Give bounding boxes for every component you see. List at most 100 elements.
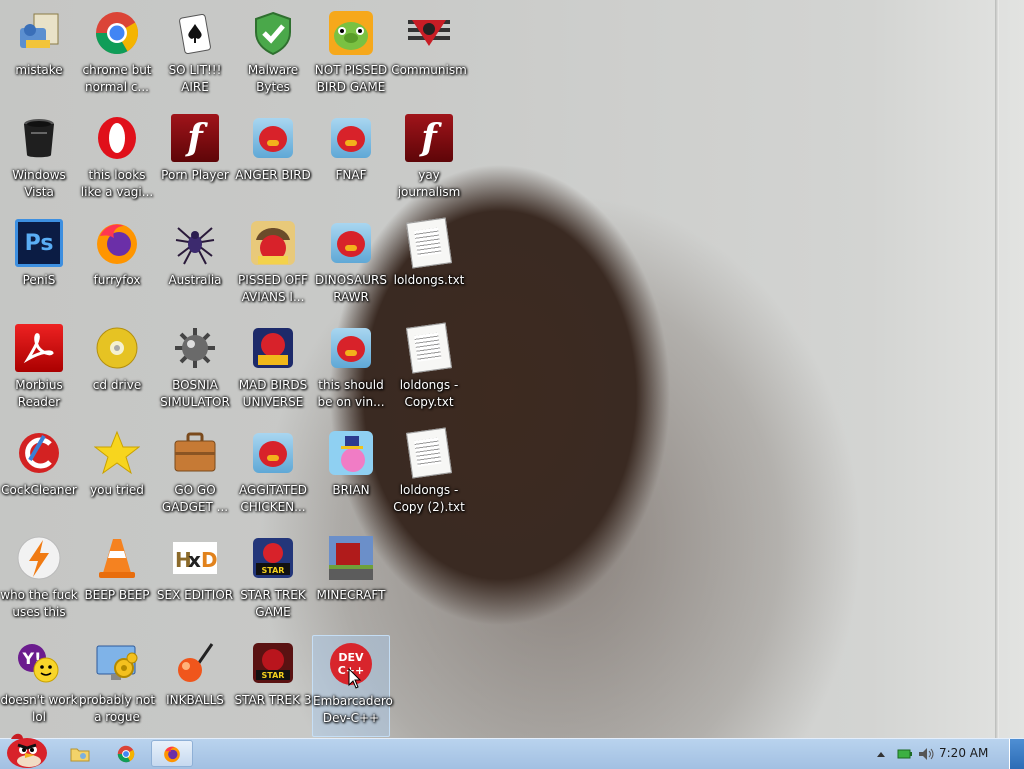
angry-birds-icon — [327, 114, 375, 162]
desktop-icon-this-should-be-on-vin[interactable]: this should be on vin... — [312, 320, 390, 422]
system-tray: 7:20 AM — [854, 739, 1024, 769]
desktop-icon-star-trek-game[interactable]: STAR STAR TREK GAME — [234, 530, 312, 632]
taskbar-chrome-button[interactable] — [106, 740, 146, 767]
firefox-icon — [93, 219, 141, 267]
start-button[interactable] — [2, 731, 50, 769]
text-file-icon — [405, 322, 453, 374]
text-file-icon — [405, 427, 453, 479]
taskbar-firefox-button[interactable] — [151, 740, 193, 767]
desktop-icon-you-tried[interactable]: you tried — [78, 425, 156, 527]
chrome-icon — [93, 9, 141, 57]
svg-text:STAR: STAR — [262, 671, 285, 680]
desktop-icon-inkballs[interactable]: INKBALLS — [156, 635, 234, 737]
desktop-icon-chrome[interactable]: chrome but normal c... — [78, 5, 156, 107]
svg-text:D: D — [201, 548, 218, 572]
desktop-icon-opera[interactable]: this looks like a vagi... — [78, 110, 156, 212]
spider-solitaire-icon — [171, 219, 219, 267]
emblem-icon — [405, 9, 453, 57]
desktop-icon-loldongs[interactable]: loldongs.txt — [390, 215, 468, 317]
svg-text:STAR: STAR — [262, 566, 285, 575]
desktop-icon-brian[interactable]: BRIAN — [312, 425, 390, 527]
photoshop-icon: Ps — [15, 219, 63, 267]
desktop-icon-porn-player[interactable]: f Porn Player — [156, 110, 234, 212]
desktop-icon-winamp[interactable]: who the fuck uses this — [0, 530, 78, 632]
solitaire-icon — [171, 9, 219, 57]
angry-birds-icon — [249, 429, 297, 477]
desktop-icon-go-go-gadget[interactable]: GO GO GADGET ... — [156, 425, 234, 527]
minecraft-icon — [327, 534, 375, 582]
taskbar-explorer-button[interactable] — [60, 740, 100, 767]
angry-birds-icon — [249, 114, 297, 162]
text-file-icon — [405, 217, 453, 269]
desktop-icon-loldongs-copy-2[interactable]: loldongs - Copy (2).txt — [390, 425, 468, 527]
inkball-icon — [171, 639, 219, 687]
shield-icon — [249, 9, 297, 57]
angry-birds-stella-icon — [327, 429, 375, 477]
angry-birds-space-icon — [249, 324, 297, 372]
taskbar: 7:20 AM — [0, 733, 1024, 769]
desktop-icon-cd-drive[interactable]: cd drive — [78, 320, 156, 422]
desktop-icon-communism[interactable]: Communism — [390, 5, 468, 107]
angry-birds-star-wars-icon: STAR — [249, 534, 297, 582]
installer-icon — [15, 9, 63, 57]
clock[interactable]: 7:20 AM — [939, 746, 988, 760]
desktop-icon-beep-beep[interactable]: BEEP BEEP — [78, 530, 156, 632]
pdf-reader-icon — [15, 324, 63, 372]
angry-birds-star-wars-icon: STAR — [249, 639, 297, 687]
ccleaner-icon — [15, 429, 63, 477]
flash-icon: f — [171, 114, 219, 162]
recycle-bin-icon — [15, 114, 63, 162]
desktop-icon-minecraft[interactable]: MINECRAFT — [312, 530, 390, 632]
desktop-icon-firefox[interactable]: furryfox — [78, 215, 156, 317]
desktop: mistake chrome but normal c... SO LIT!!!… — [0, 0, 1024, 738]
svg-text:DEV: DEV — [338, 651, 364, 664]
mine-icon — [171, 324, 219, 372]
desktop-icon-loldongs-copy[interactable]: loldongs - Copy.txt — [390, 320, 468, 422]
show-hidden-icon[interactable] — [876, 750, 886, 758]
chrome-icon — [117, 745, 135, 762]
svg-text:x: x — [188, 548, 201, 572]
angry-bird-start-icon — [7, 733, 47, 768]
bad-piggies-icon — [327, 9, 375, 57]
desktop-icon-spider-solitaire[interactable]: Australia — [156, 215, 234, 317]
show-desktop-button[interactable] — [1009, 739, 1024, 769]
folder-icon — [70, 748, 90, 761]
hxd-icon: HxD — [171, 534, 219, 582]
firefox-icon — [164, 746, 180, 762]
desktop-icon-cockcleaner[interactable]: CockCleaner — [0, 425, 78, 527]
desktop-icon-recycle-bin[interactable]: Windows Vista — [0, 110, 78, 212]
opera-icon — [93, 114, 141, 162]
desktop-icon-morbius-reader[interactable]: Morbius Reader — [0, 320, 78, 422]
desktop-icon-bad-piggies[interactable]: NOT PISSED BIRD GAME — [312, 5, 390, 107]
desktop-icon-anger-bird[interactable]: ANGER BIRD — [234, 110, 312, 212]
angry-birds-icon — [327, 324, 375, 372]
desktop-icon-sex-editior[interactable]: HxD SEX EDITIOR — [156, 530, 234, 632]
desktop-icon-aggitated-chicken[interactable]: AGGITATED CHICKEN... — [234, 425, 312, 527]
desktop-icon-mad-birds-universe[interactable]: MAD BIRDS UNIVERSE — [234, 320, 312, 422]
vlc-icon — [93, 534, 141, 582]
angry-birds-seasons-icon — [249, 219, 297, 267]
desktop-icon-yay-journalism[interactable]: f yay journalism — [390, 110, 468, 212]
battery-icon[interactable] — [897, 748, 913, 760]
briefcase-icon — [171, 429, 219, 477]
desktop-icon-photoshop[interactable]: Ps PeniS — [0, 215, 78, 317]
desktop-icon-probably-not-a-rogue[interactable]: probably not a rogue — [78, 635, 156, 737]
winamp-icon — [15, 534, 63, 582]
desktop-icon-solitaire[interactable]: SO LIT!!! AIRE — [156, 5, 234, 107]
desktop-icon-dinosaurs-rawr[interactable]: DINOSAURS RAWR — [312, 215, 390, 317]
volume-icon[interactable] — [918, 747, 936, 761]
desktop-icon-yahoo-messenger[interactable]: Y! doesn't work lol — [0, 635, 78, 737]
desktop-icon-bosnia-simulator[interactable]: BOSNIA SIMULATOR — [156, 320, 234, 422]
star-icon — [93, 429, 141, 477]
desktop-icon-fnaf[interactable]: FNAF — [312, 110, 390, 212]
cd-icon — [93, 324, 141, 372]
yahoo-messenger-icon: Y! — [15, 639, 63, 687]
desktop-icon-mistake[interactable]: mistake — [0, 5, 78, 107]
angry-birds-icon — [327, 219, 375, 267]
desktop-icon-malwarebytes[interactable]: Malware Bytes — [234, 5, 312, 107]
desktop-icon-pissed-off-avians[interactable]: PISSED OFF AVIANS I... — [234, 215, 312, 317]
flash-icon: f — [405, 114, 453, 162]
system-settings-icon — [93, 639, 141, 687]
mouse-cursor-icon — [348, 668, 362, 689]
desktop-icon-star-trek-3[interactable]: STAR STAR TREK 3 — [234, 635, 312, 737]
